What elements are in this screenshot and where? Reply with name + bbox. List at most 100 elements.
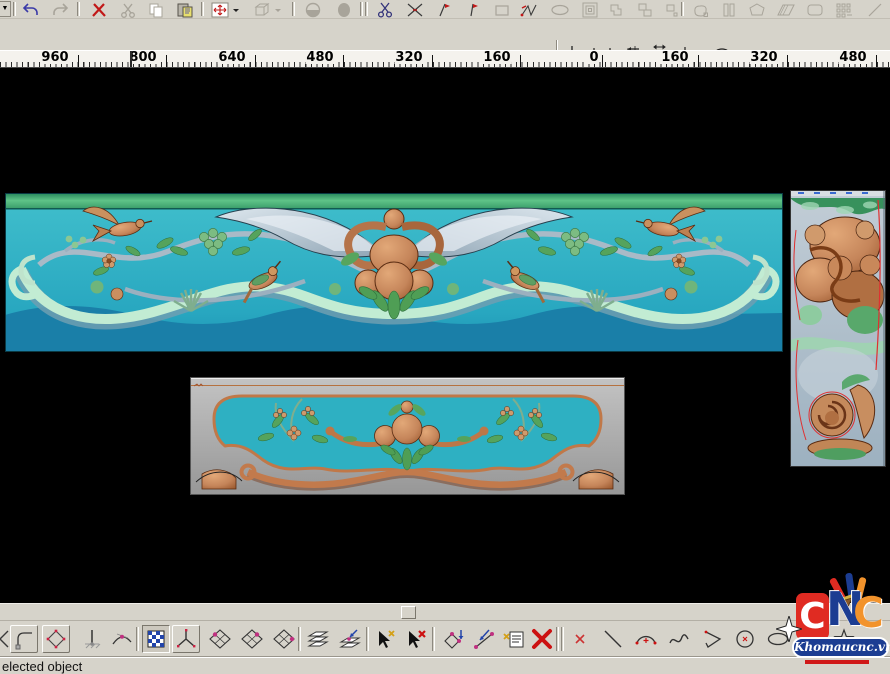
logo-underline <box>805 660 869 664</box>
ruler-major-tick <box>78 55 79 67</box>
layers-icon[interactable] <box>304 625 332 653</box>
ruler-label: 320 <box>394 51 423 64</box>
plane-yz-icon[interactable] <box>238 625 266 653</box>
design-canvas[interactable] <box>0 68 890 603</box>
rect-outline-icon[interactable] <box>489 1 515 18</box>
snap-node-icon[interactable] <box>470 625 498 653</box>
separator <box>366 627 369 651</box>
scissors-icon[interactable] <box>372 1 398 18</box>
node-polyline-icon[interactable] <box>516 1 542 18</box>
slash-icon[interactable] <box>862 1 888 18</box>
ruler-label: 160 <box>660 51 689 64</box>
separator <box>561 627 564 651</box>
sparkle-cursor-icon <box>776 616 802 647</box>
concentric-squares-icon[interactable] <box>577 1 603 18</box>
logo-letter-c2: C <box>853 589 884 637</box>
separator <box>136 627 139 651</box>
ruler-major-tick <box>432 55 433 67</box>
separator <box>681 2 684 16</box>
select-node-red-icon[interactable] <box>402 625 430 653</box>
sphere-icon[interactable] <box>331 1 357 18</box>
view-3d-button[interactable] <box>250 1 286 18</box>
select-node-yellow-icon[interactable] <box>372 625 400 653</box>
ruler-label: 960 <box>40 51 69 64</box>
separator <box>298 627 301 651</box>
ruler-label: 800 <box>128 51 157 64</box>
scrollbar-thumb[interactable] <box>401 606 416 619</box>
relief-panel-main[interactable] <box>5 193 783 352</box>
ruler-major-tick <box>255 55 256 67</box>
separator <box>365 2 368 16</box>
ruler-major-tick <box>698 55 699 67</box>
delete-button[interactable] <box>86 1 112 18</box>
status-bar: elected object <box>0 656 890 674</box>
axis-origin-icon[interactable] <box>80 625 108 653</box>
axis-3d-button[interactable] <box>172 625 200 653</box>
axes-button[interactable] <box>208 1 244 18</box>
polygon-tool-icon[interactable] <box>698 625 726 653</box>
ruler-label: 160 <box>482 51 511 64</box>
polygon-icon[interactable] <box>744 1 770 18</box>
redo-button[interactable] <box>48 1 74 18</box>
separator <box>360 2 363 16</box>
cross-lines-icon[interactable] <box>402 1 428 18</box>
copy-button[interactable] <box>143 1 169 18</box>
ruler-major-tick <box>787 55 788 67</box>
toolbar-bottom <box>0 620 890 656</box>
diamond-nodes-button[interactable] <box>42 625 70 653</box>
move-plane-icon[interactable] <box>440 625 468 653</box>
flag-line-1-icon[interactable] <box>430 1 456 18</box>
rounded-rect-icon[interactable] <box>802 1 828 18</box>
separator <box>432 627 435 651</box>
node-list-icon[interactable] <box>500 625 528 653</box>
layers-arrow-icon[interactable] <box>336 625 364 653</box>
separator <box>77 2 80 16</box>
flag-line-2-icon[interactable] <box>459 1 485 18</box>
shape-square-icon[interactable] <box>688 1 714 18</box>
tangent-node-icon[interactable] <box>108 625 136 653</box>
ruler-divider <box>130 51 132 67</box>
application-window: ▼ <box>0 0 890 674</box>
ruler-major-tick <box>520 55 521 67</box>
parallel-bars-icon[interactable] <box>716 1 742 18</box>
ruler-major-tick <box>876 55 877 67</box>
ruler-label: 480 <box>838 51 867 64</box>
ruler-label: 640 <box>217 51 246 64</box>
ruler-label: 0 <box>588 51 599 64</box>
separator <box>556 627 559 651</box>
plane-xy-icon[interactable] <box>206 625 234 653</box>
separator <box>292 2 295 16</box>
horizontal-ruler[interactable]: 960 800 640 480 320 160 0 160 320 480 <box>0 50 890 68</box>
horizontal-scrollbar[interactable] <box>0 603 890 620</box>
paste-button[interactable] <box>172 1 198 18</box>
ellipse-outline-icon[interactable] <box>547 1 573 18</box>
curve-tool-icon[interactable] <box>665 625 693 653</box>
sphere-top-icon[interactable] <box>300 1 326 18</box>
relief-panel-column-selected[interactable] <box>790 190 886 467</box>
small-x-icon[interactable] <box>566 625 594 653</box>
combo-dropdown-icon[interactable]: ▼ <box>0 1 11 17</box>
toolbar-top: ▼ <box>0 0 890 19</box>
ruler-major-tick <box>343 55 344 67</box>
separator <box>201 2 204 16</box>
toolbar-measure-row <box>0 19 890 50</box>
arc-tool-icon[interactable] <box>632 625 660 653</box>
circle-tool-icon[interactable] <box>731 625 759 653</box>
status-text: elected object <box>2 659 82 674</box>
ruler-label: 320 <box>749 51 778 64</box>
cut-button[interactable] <box>115 1 141 18</box>
parallelogram-icon[interactable] <box>773 1 799 18</box>
checker-plane-button[interactable] <box>142 625 170 653</box>
copy-shape-1-icon[interactable] <box>604 1 630 18</box>
ruler-major-tick <box>602 55 603 67</box>
grid-dots-icon[interactable] <box>831 1 857 18</box>
relief-panel-small[interactable] <box>190 377 625 495</box>
delete-all-icon[interactable] <box>528 625 556 653</box>
plane-xz-icon[interactable] <box>270 625 298 653</box>
line-tool-icon[interactable] <box>599 625 627 653</box>
ruler-label: 480 <box>305 51 334 64</box>
copy-shape-2-icon[interactable] <box>632 1 658 18</box>
undo-button[interactable] <box>17 1 43 18</box>
ruler-major-tick <box>166 55 167 67</box>
corner-radius-button[interactable] <box>10 625 38 653</box>
